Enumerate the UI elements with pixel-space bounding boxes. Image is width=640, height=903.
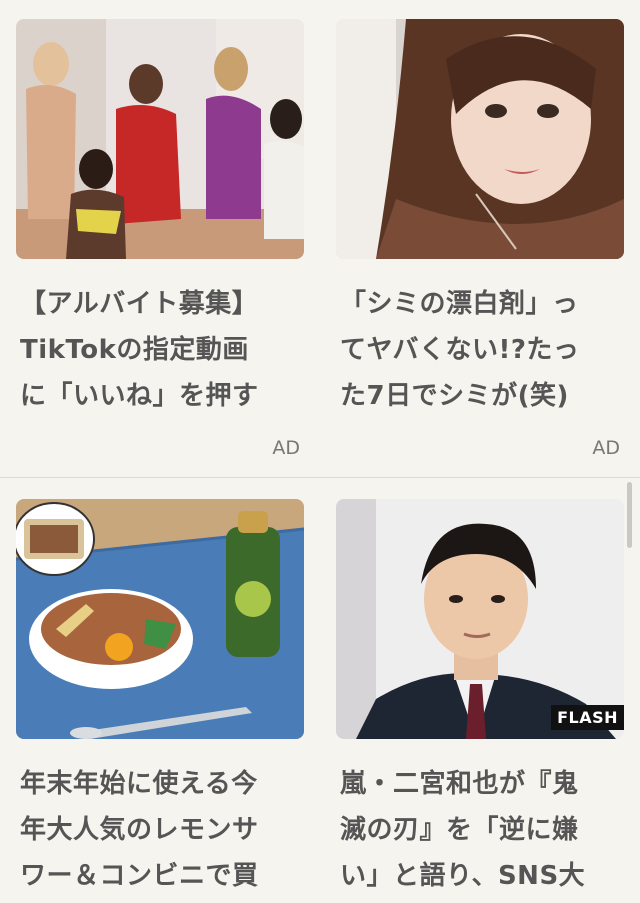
ad-label: AD (592, 437, 620, 459)
article-title-3[interactable]: 年末年始に使える今 年大人気のレモンサ ワー＆コンビニで買 (20, 761, 310, 899)
title-line: た7日でシミが(笑) (340, 381, 569, 411)
ad-label: AD (272, 437, 300, 459)
title-line: ワー＆コンビニで買 (20, 861, 259, 891)
title-line: てヤバくない!?たっ (340, 335, 580, 365)
article-title-4[interactable]: 嵐・二宮和也が『鬼 滅の刃』を「逆に嫌 い」と語り、SNS大 (340, 761, 630, 899)
title-line: い」と語り、SNS大 (340, 861, 586, 891)
article-feed: 【アルバイト募集】 TikTokの指定動画 に「いいね」を押す AD 「シミの漂… (0, 0, 640, 903)
title-line: に「いいね」を押す (20, 381, 259, 411)
scrollbar[interactable] (627, 482, 632, 548)
title-line: 嵐・二宮和也が『鬼 (340, 769, 579, 799)
article-image-3[interactable] (16, 499, 304, 739)
image-watermark: FLASH (551, 705, 624, 730)
title-line: 「シミの漂白剤」っ (340, 289, 579, 319)
article-image-1[interactable] (16, 19, 304, 259)
article-image-2[interactable] (336, 19, 624, 259)
title-line: TikTokの指定動画 (20, 335, 249, 365)
title-line: 【アルバイト募集】 (20, 289, 259, 319)
title-line: 年末年始に使える今 (20, 769, 258, 799)
title-line: 年大人気のレモンサ (20, 815, 259, 845)
article-title-1[interactable]: 【アルバイト募集】 TikTokの指定動画 に「いいね」を押す (20, 281, 310, 419)
article-title-2[interactable]: 「シミの漂白剤」っ てヤバくない!?たっ た7日でシミが(笑) (340, 281, 630, 419)
article-image-4[interactable]: FLASH (336, 499, 624, 739)
section-divider (0, 477, 640, 478)
title-line: 滅の刃』を「逆に嫌 (340, 815, 579, 845)
